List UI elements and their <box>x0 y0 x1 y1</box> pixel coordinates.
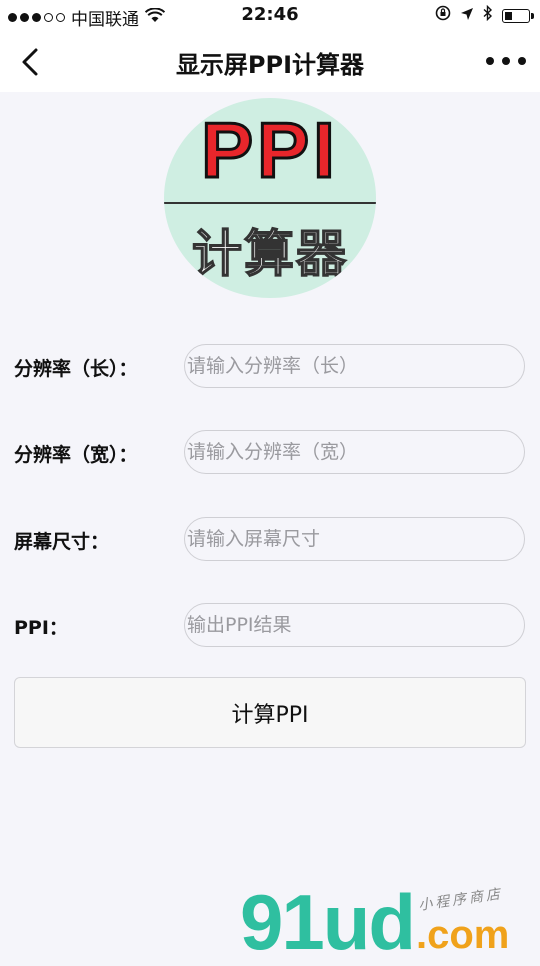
more-dot-icon <box>518 57 526 65</box>
battery-level <box>505 11 512 20</box>
ppi-output-row: PPI： <box>0 603 540 649</box>
calculate-ppi-button[interactable]: 计算PPI <box>14 677 526 748</box>
resolution-height-label: 分辨率（宽）： <box>14 444 138 466</box>
page-title: 显示屏PPI计算器 <box>175 51 365 79</box>
watermark-main: 91ud <box>240 878 416 966</box>
status-bar: 中国联通 22:46 <box>0 0 540 30</box>
ppi-calculator-logo: PPI 计算器 <box>164 98 376 298</box>
ppi-output-label: PPI： <box>14 617 68 639</box>
resolution-height-row: 分辨率（宽）： <box>0 430 540 476</box>
nav-bar: 显示屏PPI计算器 <box>0 30 540 92</box>
resolution-width-input[interactable] <box>184 344 525 388</box>
screen-size-input[interactable] <box>184 517 525 561</box>
logo-top-text: PPI <box>200 106 339 194</box>
more-options-button[interactable] <box>486 48 526 74</box>
ppi-output-field[interactable] <box>184 603 525 647</box>
watermark-logo: 91ud .com 小程序商店 <box>240 878 540 966</box>
screen-size-row: 屏幕尺寸： <box>0 517 540 563</box>
more-dot-icon <box>502 57 510 65</box>
resolution-width-row: 分辨率（长）： <box>0 344 540 390</box>
watermark-tag: 小程序商店 <box>417 886 504 914</box>
more-dot-icon <box>486 57 494 65</box>
resolution-height-input[interactable] <box>184 430 525 474</box>
resolution-width-label: 分辨率（长）： <box>14 358 138 380</box>
screen-size-label: 屏幕尺寸： <box>14 531 110 553</box>
status-right <box>435 4 534 26</box>
logo-bottom-text: 计算器 <box>191 224 348 284</box>
logo-divider <box>164 202 376 204</box>
location-arrow-icon <box>460 6 474 26</box>
battery-icon <box>502 8 534 23</box>
watermark-suffix: .com <box>416 913 510 957</box>
orientation-lock-icon <box>435 5 451 26</box>
bluetooth-icon <box>483 4 493 26</box>
